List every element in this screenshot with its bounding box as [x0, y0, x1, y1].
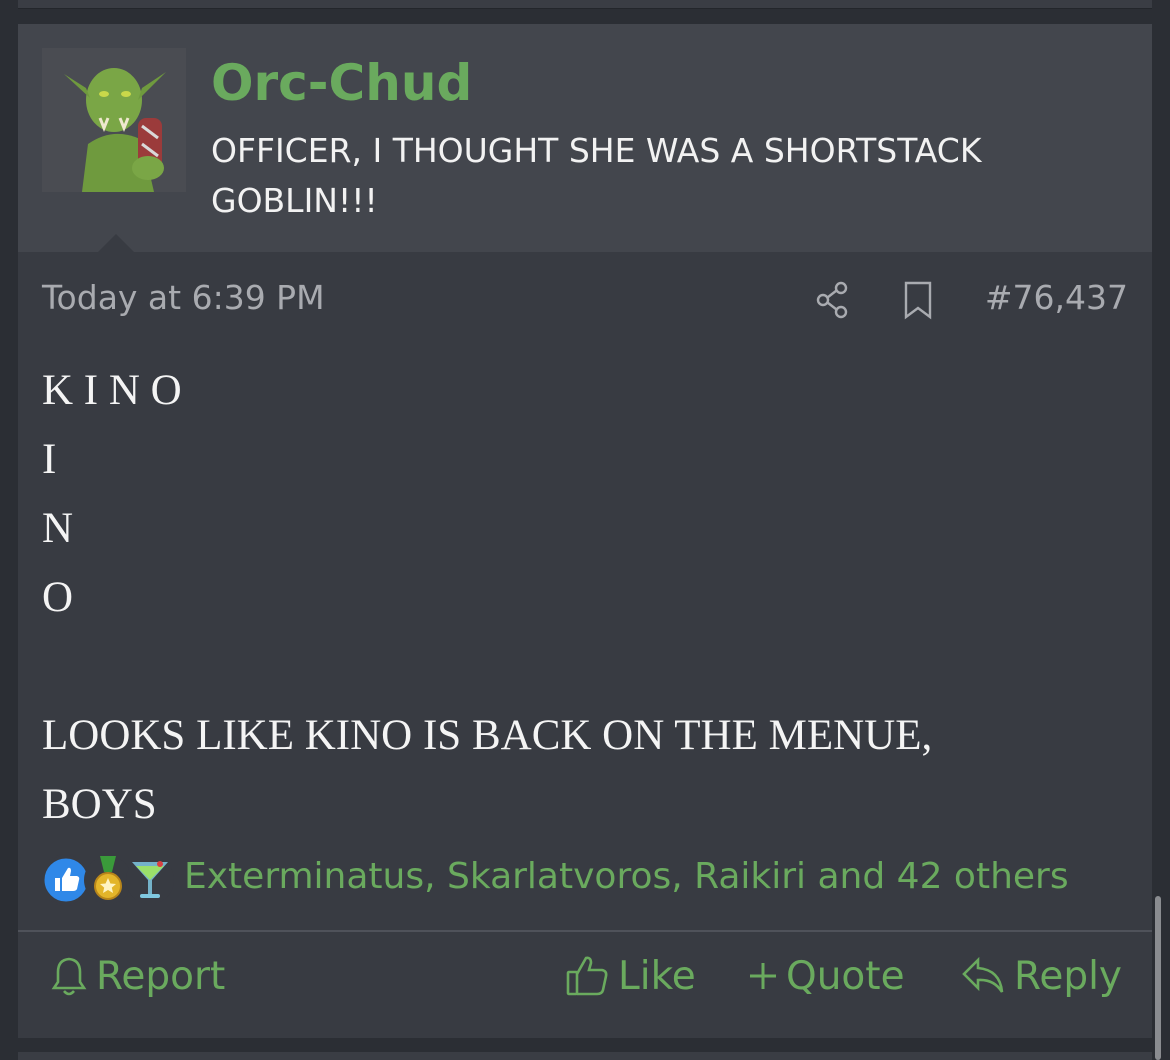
report-button[interactable]: Report — [50, 948, 225, 1004]
share-icon[interactable] — [814, 280, 850, 324]
body-line: BOYS — [42, 781, 157, 828]
username[interactable]: Orc-Chud — [211, 54, 472, 112]
avatar[interactable] — [42, 48, 186, 192]
previous-post-edge — [18, 0, 1152, 9]
post-user-header: Orc-Chud OFFICER, I THOUGHT SHE WAS A SH… — [18, 24, 1152, 252]
cocktail-icon[interactable] — [124, 854, 176, 906]
body-line — [42, 632, 1122, 701]
body-line: N — [42, 505, 74, 552]
body-line: O — [42, 574, 74, 621]
quote-button[interactable]: Quote — [748, 948, 905, 1004]
post-body: K I N O I N O LOOKS LIKE KINO IS BACK ON… — [42, 356, 1122, 839]
plus-icon — [748, 961, 778, 991]
like-button[interactable]: Like — [564, 948, 696, 1004]
reaction-icons[interactable] — [40, 852, 200, 908]
scrollbar[interactable] — [1155, 896, 1161, 1060]
body-line: I — [42, 436, 57, 483]
bookmark-icon[interactable] — [902, 280, 934, 324]
footer-divider — [18, 930, 1152, 932]
forum-post: Orc-Chud OFFICER, I THOUGHT SHE WAS A SH… — [18, 24, 1152, 1038]
reply-icon — [960, 956, 1006, 996]
thumbs-up-icon — [564, 954, 610, 998]
reply-label: Reply — [1014, 953, 1123, 999]
quote-label: Quote — [786, 953, 905, 999]
report-label: Report — [96, 953, 226, 999]
reaction-users-link[interactable]: Exterminatus, Skarlatvoros, Raikiri and … — [184, 856, 1069, 897]
body-line: LOOKS LIKE KINO IS BACK ON THE MENUE, — [42, 712, 933, 759]
header-pointer — [98, 234, 134, 252]
next-post-edge — [18, 1052, 1152, 1060]
post-number-link[interactable]: #76,437 — [985, 278, 1128, 317]
user-title: OFFICER, I THOUGHT SHE WAS A SHORTSTACK … — [211, 131, 982, 220]
reply-button[interactable]: Reply — [960, 948, 1122, 1004]
body-line: K I N O — [42, 367, 182, 414]
like-label: Like — [618, 953, 696, 999]
post-date[interactable]: Today at 6:39 PM — [42, 278, 325, 317]
bell-icon — [50, 954, 88, 998]
